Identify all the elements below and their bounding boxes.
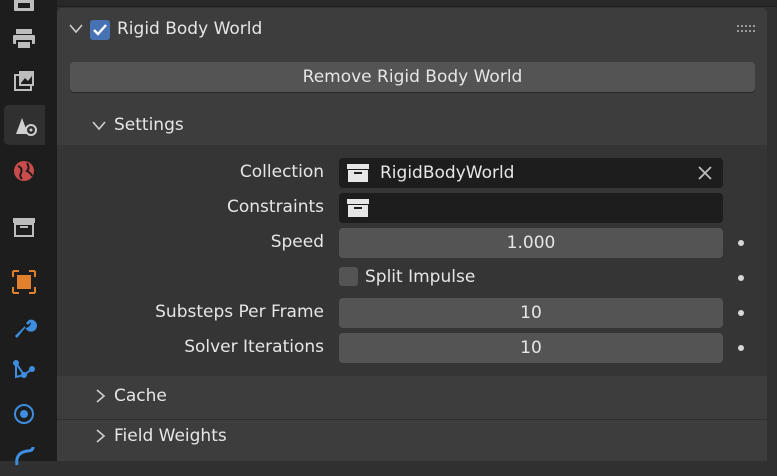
collection-field[interactable]: RigidBodyWorld (339, 158, 723, 188)
speed-label: Speed (270, 232, 324, 252)
keyframe-dot-icon[interactable] (738, 240, 744, 246)
constraints-tab[interactable] (4, 436, 44, 476)
solver-iterations-field[interactable]: 10 (339, 333, 723, 363)
physics-tab[interactable] (4, 394, 44, 434)
substeps-field[interactable]: 10 (339, 298, 723, 328)
keyframe-dot-icon[interactable] (738, 310, 744, 316)
chevron-right-icon[interactable] (96, 389, 106, 403)
collection-box-icon (347, 199, 369, 217)
output-tab[interactable] (4, 19, 44, 59)
object-tab[interactable] (4, 262, 44, 302)
remove-rigid-body-world-button[interactable]: Remove Rigid Body World (70, 62, 755, 92)
properties-tab-strip (0, 0, 45, 466)
settings-body: Collection RigidBodyWorld Constraints Sp… (57, 145, 767, 376)
substeps-label: Substeps Per Frame (155, 302, 324, 322)
keyframe-dot-icon[interactable] (738, 275, 744, 281)
constraints-icon (15, 446, 35, 466)
scene-icon (15, 118, 37, 136)
tab-gutter (45, 0, 57, 461)
split-impulse-checkbox[interactable] (339, 267, 358, 286)
view-layer-tab[interactable] (4, 61, 44, 101)
output-icon (13, 29, 35, 50)
constraints-field[interactable] (339, 193, 723, 223)
collection-label: Collection (239, 162, 324, 182)
previous-panel-edge (57, 0, 777, 7)
field-weights-subpanel-header[interactable]: Field Weights (57, 419, 767, 455)
collection-value: RigidBodyWorld (380, 163, 515, 183)
field-weights-title: Field Weights (114, 426, 227, 446)
collection-tab[interactable] (4, 207, 44, 247)
split-impulse-label: Split Impulse (365, 267, 476, 287)
chevron-down-icon[interactable] (69, 24, 83, 34)
rigid-body-world-panel: Rigid Body World Remove Rigid Body World… (57, 8, 767, 461)
modifier-wrench-icon (15, 319, 37, 338)
cache-title: Cache (114, 386, 167, 406)
chevron-down-icon[interactable] (92, 121, 106, 131)
particles-icon (13, 360, 35, 379)
constraints-label: Constraints (227, 197, 324, 217)
drag-grip-icon[interactable] (737, 24, 757, 34)
object-icon (12, 270, 36, 294)
physics-icon (14, 404, 34, 424)
modifier-tab[interactable] (4, 307, 44, 347)
solver-iterations-label: Solver Iterations (184, 337, 324, 357)
collection-icon (13, 218, 35, 237)
speed-field[interactable]: 1.000 (339, 228, 723, 258)
collection-box-icon (347, 164, 369, 182)
clear-x-icon[interactable] (697, 165, 713, 181)
checkmark-icon (93, 24, 107, 36)
view-layer-icon (14, 71, 34, 91)
world-tab[interactable] (4, 151, 44, 191)
panel-header[interactable]: Rigid Body World (57, 8, 767, 52)
rigid-body-world-checkbox[interactable] (90, 20, 110, 40)
cache-subpanel-header[interactable]: Cache (57, 379, 767, 415)
scene-tab[interactable] (4, 105, 45, 145)
panel-title: Rigid Body World (117, 19, 263, 39)
render-icon (14, 0, 34, 11)
world-icon (14, 161, 34, 181)
chevron-right-icon[interactable] (96, 429, 106, 443)
keyframe-dot-icon[interactable] (738, 345, 744, 351)
particles-tab[interactable] (4, 350, 44, 390)
settings-title: Settings (114, 115, 184, 135)
settings-subpanel-header[interactable]: Settings (57, 108, 767, 144)
